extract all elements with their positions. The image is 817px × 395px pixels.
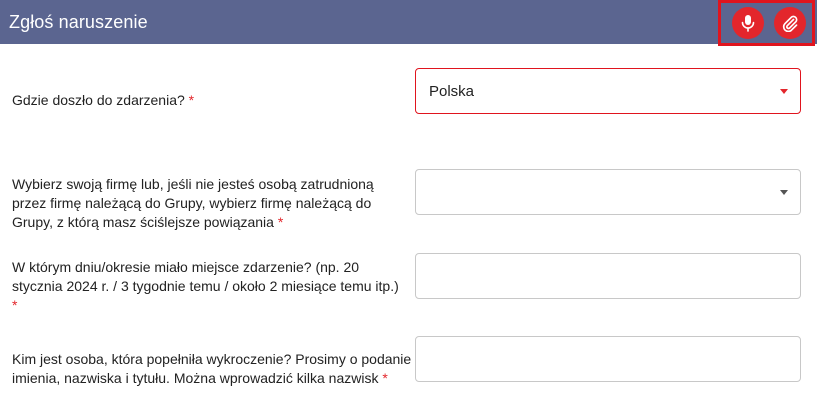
required-mark: *	[277, 214, 284, 230]
field-label-date: W którym dniu/okresie miało miejsce zdar…	[12, 259, 399, 313]
field-label-company: Wybierz swoją firmę lub, jeśli nie jeste…	[12, 176, 374, 230]
required-mark: *	[12, 297, 18, 313]
chevron-down-icon	[780, 89, 788, 94]
paperclip-icon	[782, 15, 798, 32]
header-actions	[718, 0, 815, 46]
microphone-icon	[741, 15, 755, 32]
incident-date-input[interactable]	[415, 253, 801, 299]
page-header: Zgłoś naruszenie	[0, 0, 817, 44]
required-mark: *	[188, 92, 195, 108]
company-select[interactable]	[415, 169, 801, 215]
location-select[interactable]: Polska	[415, 68, 801, 114]
location-select-value: Polska	[429, 82, 475, 100]
field-label-offender: Kim jest osoba, która popełniła wykrocze…	[12, 351, 412, 386]
voice-record-button[interactable]	[732, 7, 764, 39]
field-label-location: Gdzie doszło do zdarzenia? *	[12, 92, 195, 108]
chevron-down-icon	[780, 190, 788, 195]
required-mark: *	[382, 370, 388, 386]
page-title: Zgłoś naruszenie	[9, 11, 148, 32]
attach-file-button[interactable]	[774, 7, 806, 39]
offender-names-input[interactable]	[415, 336, 801, 382]
